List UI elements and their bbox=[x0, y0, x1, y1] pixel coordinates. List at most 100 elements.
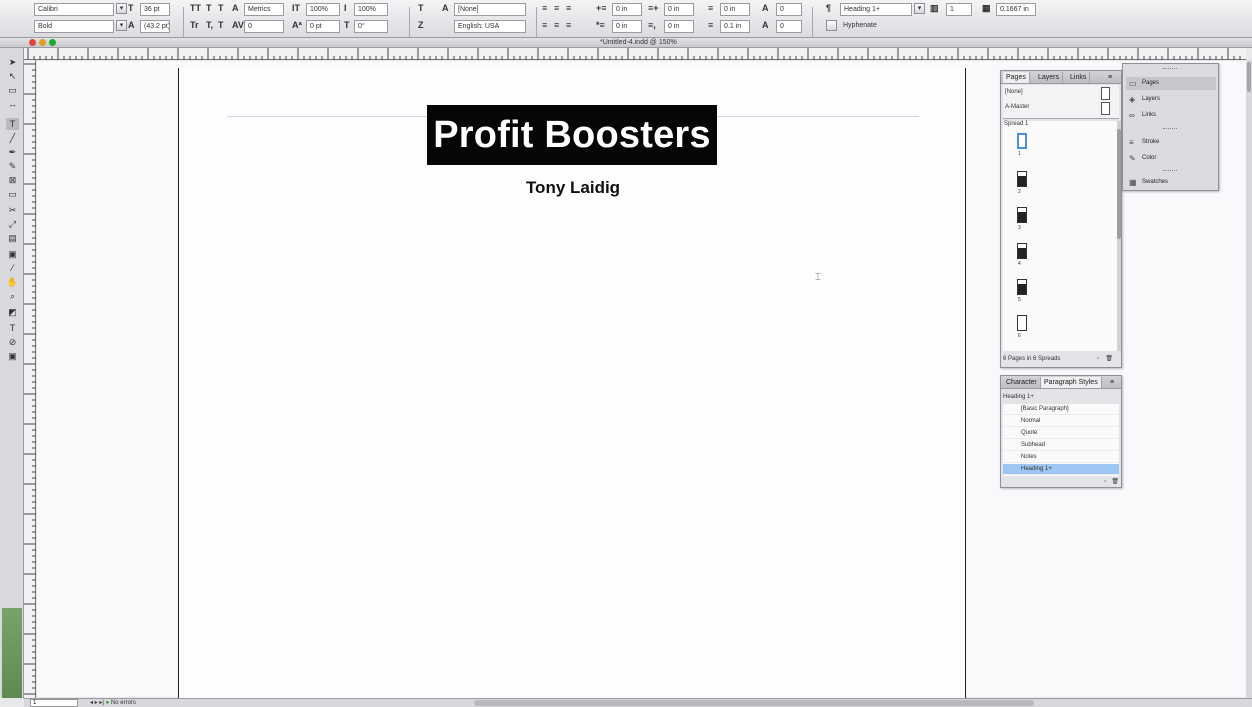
dock-item-layers[interactable]: ◈ Layers bbox=[1126, 93, 1216, 106]
pages-scrollbar[interactable] bbox=[1117, 121, 1121, 351]
tab-links[interactable]: Links bbox=[1067, 72, 1091, 83]
tab-character[interactable]: Character bbox=[1003, 377, 1041, 388]
eyedropper-tool-icon[interactable]: ⁄ bbox=[6, 262, 19, 274]
zoom-window-icon[interactable] bbox=[49, 39, 56, 46]
minimize-window-icon[interactable] bbox=[39, 39, 46, 46]
align-right-icon[interactable]: ≡ bbox=[566, 3, 571, 14]
horizontal-ruler[interactable] bbox=[24, 48, 1246, 60]
character-style-field[interactable]: [None] bbox=[454, 3, 526, 16]
font-family-field[interactable]: Calibri bbox=[34, 3, 114, 16]
font-family-dropdown[interactable]: ▾ bbox=[116, 3, 127, 14]
page-nav-icon[interactable]: ◂ ▸ ▸| bbox=[90, 700, 104, 706]
dock-item-swatches[interactable]: ▦ Swatches bbox=[1126, 176, 1216, 189]
page-thumbnail[interactable] bbox=[1017, 207, 1027, 223]
page-number-field[interactable]: 1 bbox=[30, 699, 78, 707]
view-mode-icon[interactable]: ▣ bbox=[6, 350, 19, 362]
space-after-field[interactable]: 0.1 in bbox=[720, 20, 750, 33]
trash-icon[interactable]: 🗑 bbox=[1105, 354, 1113, 365]
scroll-thumb[interactable] bbox=[1247, 62, 1251, 92]
fill-icon[interactable]: T bbox=[418, 3, 424, 14]
dock-item-stroke[interactable]: ≡ Stroke bbox=[1126, 136, 1216, 149]
columns-field[interactable]: 1 bbox=[946, 3, 972, 16]
selection-tool-icon[interactable]: ➤ bbox=[6, 56, 19, 68]
new-style-icon[interactable]: ▫ bbox=[1104, 479, 1106, 485]
pen-tool-icon[interactable]: ✒ bbox=[6, 146, 19, 158]
author-text[interactable]: Tony Laidig bbox=[473, 178, 673, 198]
formatting-icon[interactable]: T bbox=[6, 322, 19, 334]
vertical-scrollbar[interactable] bbox=[1246, 60, 1252, 698]
horizontal-scale-field[interactable]: 100% bbox=[354, 3, 388, 16]
right-indent-field[interactable]: 0 in bbox=[664, 3, 694, 16]
horizontal-scrollbar[interactable] bbox=[474, 700, 1034, 706]
page-thumbnail[interactable] bbox=[1017, 315, 1027, 331]
gap-tool-icon[interactable]: ↔ bbox=[6, 98, 19, 110]
panel-menu-icon[interactable]: ≡ bbox=[1107, 377, 1117, 388]
selected-title-text[interactable]: Profit Boosters bbox=[427, 105, 717, 165]
language-field[interactable]: English: USA bbox=[454, 20, 526, 33]
pencil-tool-icon[interactable]: ✎ bbox=[6, 160, 19, 172]
trash-icon[interactable]: 🗑 bbox=[1111, 479, 1119, 485]
tab-pages[interactable]: Pages bbox=[1003, 72, 1030, 83]
panel-menu-icon[interactable]: ≡ bbox=[1105, 72, 1115, 83]
baseline-shift-field[interactable]: 0 pt bbox=[306, 20, 340, 33]
last-line-indent-field[interactable]: 0 in bbox=[664, 20, 694, 33]
direct-selection-tool-icon[interactable]: ↖ bbox=[6, 70, 19, 82]
dock-item-pages[interactable]: ▭ Pages bbox=[1126, 77, 1216, 90]
justify-center-icon[interactable]: ≡ bbox=[554, 20, 559, 31]
style-item[interactable]: Notes bbox=[1003, 452, 1119, 463]
drop-cap-lines-field[interactable]: 0 bbox=[776, 3, 802, 16]
vertical-scale-field[interactable]: 100% bbox=[306, 3, 340, 16]
page-thumbnail[interactable] bbox=[1017, 243, 1027, 259]
dock-item-color[interactable]: ✎ Color bbox=[1126, 152, 1216, 165]
style-item[interactable]: Normal bbox=[1003, 416, 1119, 427]
superscript-icon[interactable]: T bbox=[206, 3, 212, 14]
rectangle-frame-tool-icon[interactable]: ⊠ bbox=[6, 174, 19, 186]
dock-grip[interactable] bbox=[1163, 170, 1177, 172]
font-style-dropdown[interactable]: ▾ bbox=[116, 20, 127, 31]
justify-all-icon[interactable]: ≡ bbox=[566, 20, 571, 31]
document-page[interactable]: Profit Boosters Tony Laidig ⌶ bbox=[178, 68, 966, 707]
all-caps-icon[interactable]: TT bbox=[190, 3, 201, 14]
left-indent-field[interactable]: 0 in bbox=[612, 3, 642, 16]
tracking-field[interactable]: 0 bbox=[244, 20, 284, 33]
type-tool-icon[interactable]: T bbox=[6, 118, 19, 130]
style-item[interactable]: Subhead bbox=[1003, 440, 1119, 451]
dock-grip[interactable] bbox=[1163, 68, 1177, 70]
small-caps-icon[interactable]: Tr bbox=[190, 20, 199, 31]
page-thumbnail[interactable] bbox=[1017, 279, 1027, 295]
gradient-tool-icon[interactable]: ▤ bbox=[6, 232, 19, 244]
leading-field[interactable]: (43.2 pt) bbox=[140, 20, 170, 33]
justify-left-icon[interactable]: ≡ bbox=[542, 20, 547, 31]
zoom-tool-icon[interactable]: ⌕ bbox=[6, 290, 19, 302]
align-left-icon[interactable]: ≡ bbox=[542, 3, 547, 14]
new-page-icon[interactable]: ▫ bbox=[1097, 354, 1099, 365]
first-line-indent-field[interactable]: 0 in bbox=[612, 20, 642, 33]
strikethrough-icon[interactable]: T bbox=[218, 20, 224, 31]
paragraph-style-dropdown[interactable]: ▾ bbox=[914, 3, 925, 14]
preflight-status[interactable]: ◂ ▸ ▸| ● No errors bbox=[90, 699, 136, 707]
hand-tool-icon[interactable]: ✋ bbox=[6, 276, 19, 288]
vertical-ruler[interactable] bbox=[24, 60, 36, 698]
master-a-thumbnail[interactable] bbox=[1101, 102, 1110, 115]
fill-stroke-icon[interactable]: ◩ bbox=[6, 306, 19, 318]
font-size-field[interactable]: 36 pt bbox=[140, 3, 170, 16]
gutter-field[interactable]: 0.1667 in bbox=[996, 3, 1036, 16]
rectangle-tool-icon[interactable]: ▭ bbox=[6, 188, 19, 200]
skew-field[interactable]: 0° bbox=[354, 20, 388, 33]
master-none-label[interactable]: [None] bbox=[1005, 89, 1023, 95]
master-a-label[interactable]: A-Master bbox=[1005, 104, 1029, 110]
page-thumbnail[interactable] bbox=[1017, 171, 1027, 187]
style-item[interactable]: [Basic Paragraph] bbox=[1003, 404, 1119, 415]
close-window-icon[interactable] bbox=[29, 39, 36, 46]
underline-icon[interactable]: T bbox=[218, 3, 224, 14]
scroll-thumb[interactable] bbox=[1117, 129, 1121, 239]
style-item-selected[interactable]: Heading 1+ bbox=[1003, 464, 1119, 475]
note-tool-icon[interactable]: ▣ bbox=[6, 248, 19, 260]
style-item[interactable]: Quote bbox=[1003, 428, 1119, 439]
line-tool-icon[interactable]: ╱ bbox=[6, 132, 19, 144]
master-none-thumbnail[interactable] bbox=[1101, 87, 1110, 100]
kerning-field[interactable]: Metrics bbox=[244, 3, 284, 16]
stroke-icon[interactable]: Z bbox=[418, 20, 424, 31]
dock-grip[interactable] bbox=[1163, 128, 1177, 130]
hyphenate-checkbox[interactable] bbox=[826, 20, 837, 31]
